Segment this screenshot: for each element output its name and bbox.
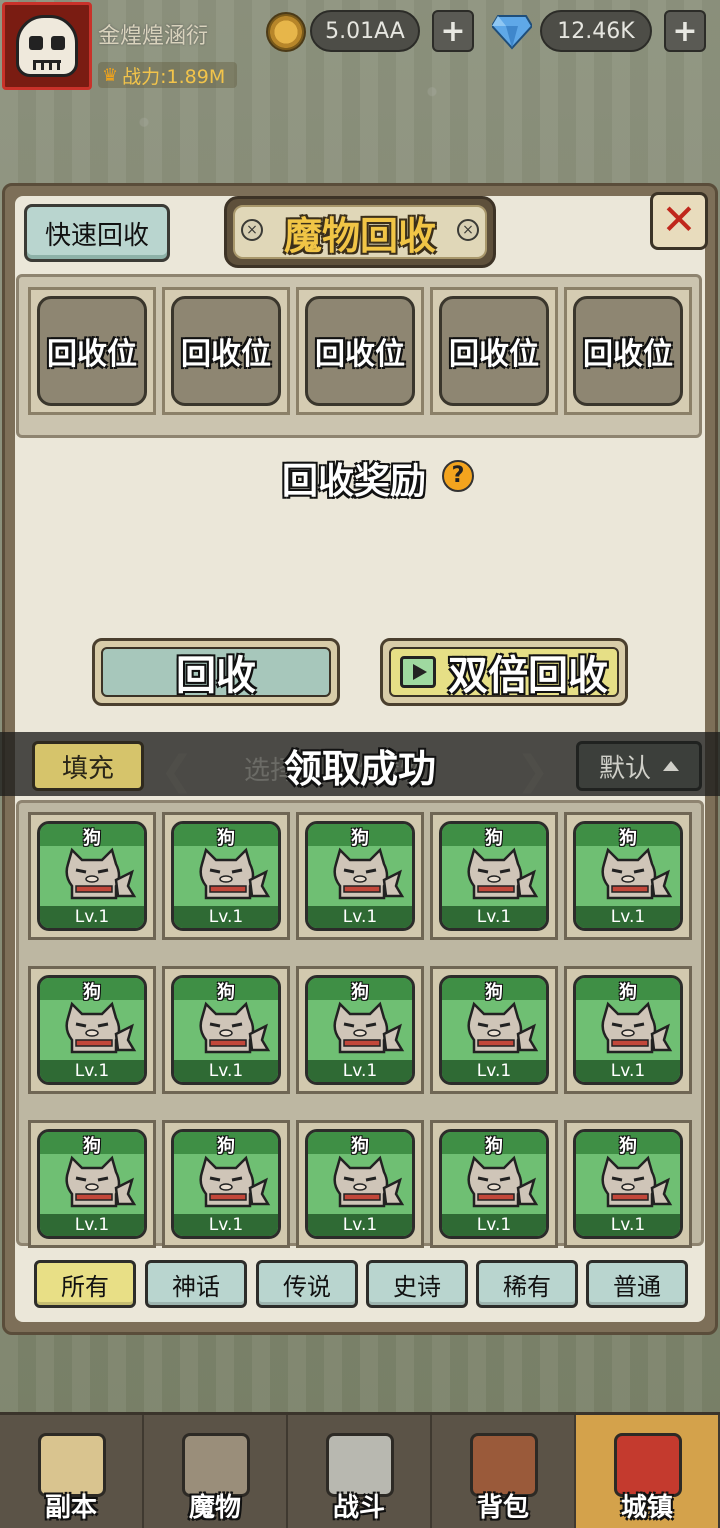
nav-item[interactable]: 战斗 [288,1415,432,1528]
toast-message: 领取成功 [283,747,436,791]
monster-level: Lv.1 [208,1061,244,1081]
gold-amount: 5.01AA [310,10,420,52]
monster-card[interactable]: 狗 Lv.1 [162,966,290,1094]
recycle-slot-label: 回收位 [449,337,539,372]
gold-coin-icon [266,12,306,52]
dog-monster-icon [199,847,271,900]
monster-card[interactable]: 狗 Lv.1 [296,966,424,1094]
title-plate: 魔物回收 × × [224,196,496,268]
rarity-tab[interactable]: 普通 [586,1260,688,1308]
player-name: 金煌煌涵衍 [98,24,209,49]
monster-level: Lv.1 [476,1215,512,1235]
monster-card[interactable]: 狗 Lv.1 [28,812,156,940]
monster-level: Lv.1 [342,1061,378,1081]
recycle-slot-label: 回收位 [181,337,271,372]
nav-label: 背包 [476,1493,529,1523]
recycle-slot[interactable]: 回收位 [564,287,692,415]
video-play-icon [400,656,436,688]
nav-item[interactable]: 背包 [432,1415,576,1528]
monster-card[interactable]: 狗 Lv.1 [430,1120,558,1248]
dog-monster-icon [65,847,137,900]
power-icon: ♛ [102,64,119,86]
monster-level: Lv.1 [610,907,646,927]
recycle-slot-label: 回收位 [583,337,673,372]
nav-item[interactable]: 魔物 [144,1415,288,1528]
monster-card[interactable]: 狗 Lv.1 [564,966,692,1094]
rarity-tab[interactable]: 传说 [256,1260,358,1308]
recycle-button[interactable]: 回收 [92,638,340,706]
recycle-button-label: 回收 [176,653,256,699]
dog-monster-icon [467,847,539,900]
quick-recycle-button[interactable]: 快速回收 [24,204,170,262]
nav-item[interactable]: 城镇 [576,1415,720,1528]
dog-monster-icon [199,1155,271,1208]
avatar[interactable] [2,2,92,90]
monster-card[interactable]: 狗 Lv.1 [296,812,424,940]
dog-monster-icon [601,1155,673,1208]
monster-level: Lv.1 [74,1061,110,1081]
monster-level: Lv.1 [610,1061,646,1081]
reward-title: 回收奖励 [282,461,427,502]
power-badge: ♛ 战力:1.89M [98,62,238,88]
panel-title: 魔物回收 [283,213,436,258]
monster-card[interactable]: 狗 Lv.1 [564,1120,692,1248]
help-icon[interactable]: ? [442,460,474,492]
rivet-icon: × [457,219,479,241]
rarity-tab[interactable]: 所有 [34,1260,136,1308]
monster-card[interactable]: 狗 Lv.1 [162,812,290,940]
monster-card[interactable]: 狗 Lv.1 [430,812,558,940]
dog-monster-icon [601,1001,673,1054]
monster-card[interactable]: 狗 Lv.1 [162,1120,290,1248]
monster-level: Lv.1 [342,1215,378,1235]
skull-icon [16,15,78,77]
close-button[interactable]: ✕ [650,192,708,250]
dog-monster-icon [601,847,673,900]
nav-item[interactable]: 副本 [0,1415,144,1528]
nav-label: 副本 [44,1493,97,1523]
monster-card[interactable]: 狗 Lv.1 [28,966,156,1094]
monster-card[interactable]: 狗 Lv.1 [564,812,692,940]
rivet-icon: × [241,219,263,241]
top-hud: 金煌煌涵衍 ♛ 战力:1.89M 5.01AA + 12.46K + [0,0,720,92]
dog-monster-icon [65,1155,137,1208]
power-value: 战力:1.89M [122,65,226,88]
nav-label: 城镇 [620,1493,673,1523]
rarity-tab[interactable]: 史诗 [366,1260,468,1308]
monster-card[interactable]: 狗 Lv.1 [430,966,558,1094]
add-gold-button[interactable]: + [432,10,474,52]
recycle-slot[interactable]: 回收位 [296,287,424,415]
dog-monster-icon [199,1001,271,1054]
dog-monster-icon [333,847,405,900]
dog-monster-icon [467,1155,539,1208]
add-gem-button[interactable]: + [664,10,706,52]
monster-card[interactable]: 狗 Lv.1 [28,1120,156,1248]
monster-level: Lv.1 [610,1215,646,1235]
recycle-slot[interactable]: 回收位 [28,287,156,415]
monster-level: Lv.1 [476,1061,512,1081]
recycle-slot[interactable]: 回收位 [162,287,290,415]
monster-level: Lv.1 [342,907,378,927]
gem-amount: 12.46K [540,10,652,52]
diamond-icon [492,15,532,50]
recycle-slot-label: 回收位 [315,337,405,372]
double-recycle-label: 双倍回收 [448,653,608,699]
dog-monster-icon [333,1001,405,1054]
monster-level: Lv.1 [208,907,244,927]
monster-level: Lv.1 [208,1215,244,1235]
rarity-tab[interactable]: 神话 [145,1260,247,1308]
monster-card[interactable]: 狗 Lv.1 [296,1120,424,1248]
recycle-slot-label: 回收位 [47,337,137,372]
dog-monster-icon [65,1001,137,1054]
rarity-tab[interactable]: 稀有 [476,1260,578,1308]
monster-level: Lv.1 [476,907,512,927]
dog-monster-icon [467,1001,539,1054]
dog-monster-icon [333,1155,405,1208]
monster-level: Lv.1 [74,1215,110,1235]
double-recycle-button[interactable]: 双倍回收 [380,638,628,706]
nav-label: 战斗 [332,1493,385,1523]
recycle-slot[interactable]: 回收位 [430,287,558,415]
monster-level: Lv.1 [74,907,110,927]
nav-label: 魔物 [188,1493,241,1523]
